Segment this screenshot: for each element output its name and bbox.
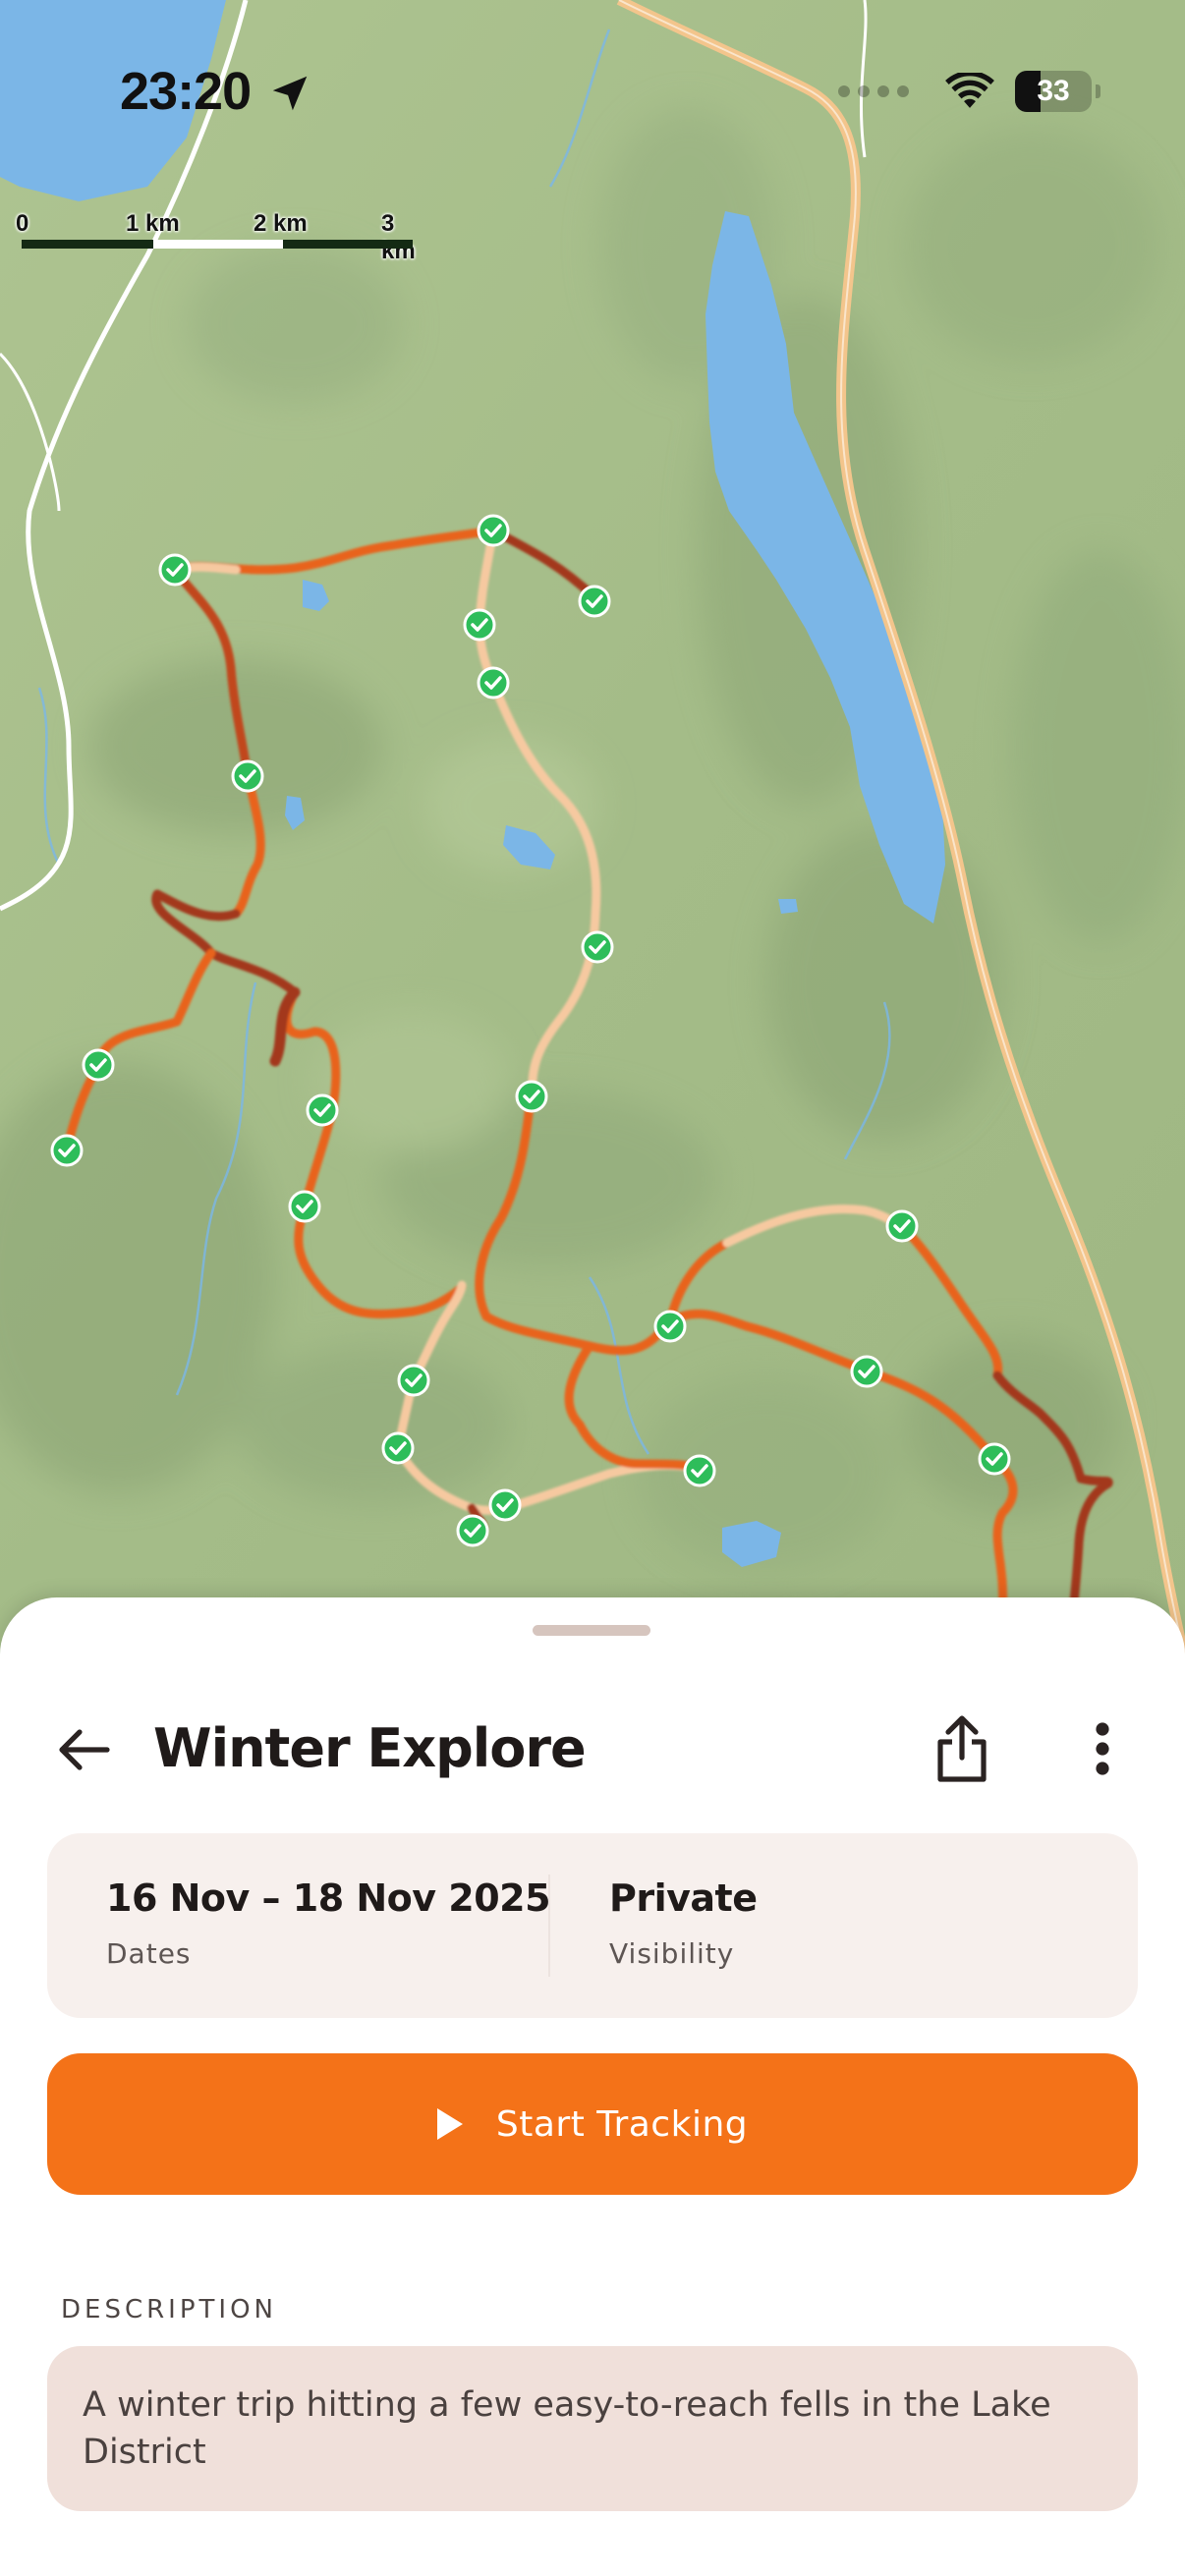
checkpoint-marker[interactable] — [581, 930, 614, 964]
checkpoint-marker[interactable] — [288, 1190, 321, 1223]
description-heading: DESCRIPTION — [61, 2295, 277, 2324]
battery-percentage: 33 — [1037, 75, 1070, 107]
info-divider — [548, 1875, 550, 1977]
checkpoint-marker[interactable] — [683, 1454, 716, 1487]
checkpoint-marker[interactable] — [885, 1209, 919, 1243]
checkpoint-marker[interactable] — [381, 1431, 415, 1465]
checkpoint-marker[interactable] — [978, 1442, 1011, 1476]
checkpoint-marker[interactable] — [578, 585, 611, 618]
checkpoint-marker[interactable] — [456, 1514, 489, 1547]
checkpoint-marker[interactable] — [306, 1093, 339, 1127]
battery-icon: 33 — [1015, 71, 1092, 112]
signal-dots-icon — [838, 85, 909, 97]
start-tracking-label: Start Tracking — [495, 2103, 749, 2145]
route-map[interactable]: 23:20 33 0 1 km 2 km 3 km — [0, 0, 1185, 1670]
start-tracking-button[interactable]: Start Tracking — [47, 2053, 1138, 2195]
scale-label-2: 2 km — [254, 210, 308, 237]
checkpoint-marker[interactable] — [158, 553, 192, 587]
trip-detail-screen: 23:20 33 0 1 km 2 km 3 km Winter Explore… — [0, 0, 1185, 2576]
back-button[interactable] — [47, 1717, 120, 1782]
checkpoint-marker[interactable] — [463, 608, 496, 642]
trip-title: Winter Explore — [153, 1717, 587, 1779]
visibility-label: Visibility — [609, 1937, 735, 1970]
checkpoint-marker[interactable] — [397, 1364, 430, 1397]
status-indicators: 33 — [838, 71, 1100, 112]
scale-label-3: 3 km — [381, 210, 416, 264]
trip-detail-sheet: Winter Explore 16 Nov – 18 Nov 2025 Date… — [0, 1597, 1185, 2576]
visibility-section[interactable]: Private Visibility — [609, 1876, 758, 1970]
status-time: 23:20 — [120, 62, 252, 121]
sheet-grabber[interactable] — [533, 1625, 650, 1636]
checkpoint-marker[interactable] — [515, 1080, 548, 1113]
dates-section[interactable]: 16 Nov – 18 Nov 2025 Dates — [106, 1876, 551, 1970]
checkpoint-marker[interactable] — [82, 1048, 115, 1082]
scale-label-0: 0 — [16, 210, 29, 237]
map-scale: 0 1 km 2 km 3 km — [16, 210, 416, 264]
play-icon — [436, 2108, 463, 2140]
checkpoint-marker[interactable] — [477, 666, 510, 700]
wifi-icon — [945, 73, 994, 108]
scale-label-1: 1 km — [126, 210, 180, 237]
dates-label: Dates — [106, 1937, 192, 1970]
sheet-header: Winter Explore — [0, 1696, 1185, 1804]
description-text[interactable]: A winter trip hitting a few easy-to-reac… — [47, 2346, 1138, 2511]
dates-value: 16 Nov – 18 Nov 2025 — [106, 1876, 551, 1920]
checkpoint-marker[interactable] — [653, 1310, 687, 1343]
checkpoint-marker[interactable] — [488, 1488, 522, 1522]
share-icon — [937, 1715, 987, 1782]
location-arrow-icon — [272, 76, 308, 111]
more-vertical-icon — [1096, 1722, 1109, 1775]
checkpoint-marker[interactable] — [477, 514, 510, 547]
back-arrow-icon — [59, 1729, 110, 1770]
checkpoint-marker[interactable] — [850, 1355, 883, 1388]
trip-info-card: 16 Nov – 18 Nov 2025 Dates Private Visib… — [47, 1833, 1138, 2018]
visibility-value: Private — [609, 1876, 758, 1920]
checkpoint-marker[interactable] — [50, 1134, 84, 1167]
share-button[interactable] — [928, 1708, 996, 1790]
checkpoint-marker[interactable] — [231, 759, 264, 793]
more-options-button[interactable] — [1073, 1711, 1132, 1786]
